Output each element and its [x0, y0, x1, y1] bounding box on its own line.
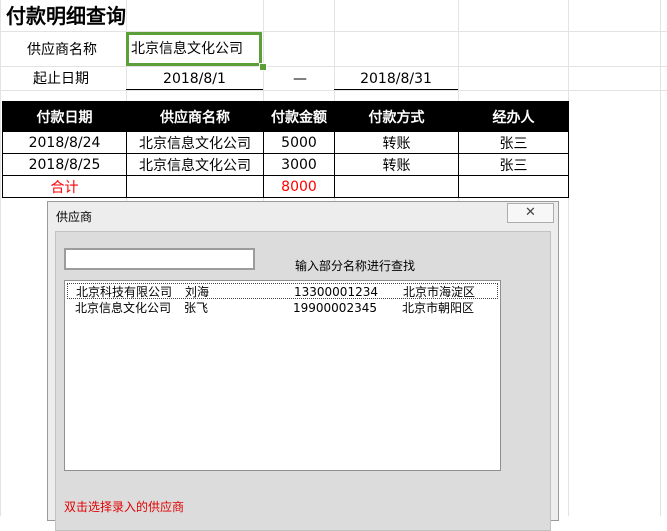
grid-line — [568, 0, 569, 516]
column-header: 付款方式 — [334, 101, 459, 132]
table-cell[interactable]: 2018/8/24 — [2, 131, 127, 154]
instruction-note: 双击选择录入的供应商 — [64, 500, 185, 514]
list-item[interactable]: 北京科技有限公司 刘海 13300001234 北京市海淀区 — [67, 283, 498, 299]
grid-line — [0, 66, 667, 67]
table-cell[interactable] — [458, 175, 569, 198]
table-cell[interactable]: 转账 — [334, 131, 459, 154]
contact-name: 刘海 — [185, 285, 210, 299]
column-header: 付款金额 — [263, 101, 335, 132]
table-cell[interactable]: 3000 — [263, 153, 335, 176]
table-cell[interactable]: 张三 — [458, 153, 569, 176]
total-value[interactable]: 8000 — [263, 175, 335, 198]
table-cell[interactable]: 北京信息文化公司 — [126, 153, 264, 176]
total-label[interactable]: 合计 — [2, 175, 127, 198]
page-title: 付款明细查询 — [6, 4, 126, 28]
contact-name: 张飞 — [184, 301, 209, 315]
supplier-name: 北京信息文化公司 — [75, 301, 172, 315]
table-cell[interactable]: 转账 — [334, 153, 459, 176]
date-range-label: 起止日期 — [33, 71, 89, 87]
column-header: 供应商名称 — [126, 101, 264, 132]
date-separator: — — [293, 71, 307, 87]
dialog-title: 供应商 — [56, 210, 93, 224]
table-cell[interactable]: 5000 — [263, 131, 335, 154]
end-date-cell[interactable]: 2018/8/31 — [334, 69, 458, 89]
district: 北京市朝阳区 — [402, 301, 475, 315]
table-cell[interactable] — [126, 175, 264, 198]
supplier-listbox[interactable]: 北京科技有限公司 刘海 13300001234 北京市海淀区 北京信息文化公司 … — [64, 280, 501, 471]
table-cell[interactable]: 北京信息文化公司 — [126, 131, 264, 154]
start-date-underline — [126, 89, 263, 90]
grid-line — [0, 31, 667, 32]
supplier-label: 供应商名称 — [27, 42, 97, 58]
supplier-name: 北京科技有限公司 — [76, 285, 173, 299]
table-header-row: 付款日期 供应商名称 付款金额 付款方式 经办人 — [2, 101, 569, 132]
table-row: 2018/8/24 北京信息文化公司 5000 转账 张三 — [2, 131, 569, 154]
supplier-dialog: 供应商 ✕ 输入部分名称进行查找 北京科技有限公司 刘海 13300001234… — [47, 201, 559, 531]
total-row: 合计 8000 — [2, 175, 569, 198]
table-cell[interactable] — [334, 175, 459, 198]
start-date-cell[interactable]: 2018/8/1 — [126, 69, 263, 89]
search-input[interactable] — [64, 248, 255, 270]
table-cell[interactable]: 张三 — [458, 131, 569, 154]
district: 北京市海淀区 — [403, 285, 476, 299]
grid-line — [660, 0, 661, 516]
table-cell[interactable]: 2018/8/25 — [2, 153, 127, 176]
end-date-underline — [334, 89, 458, 90]
phone-number: 13300001234 — [294, 285, 378, 299]
payment-table: 付款日期 供应商名称 付款金额 付款方式 经办人 2018/8/24 北京信息文… — [2, 101, 569, 198]
grid-line — [0, 90, 667, 91]
phone-number: 19900002345 — [293, 301, 377, 315]
search-hint: 输入部分名称进行查找 — [295, 259, 416, 273]
supplier-cell[interactable]: 北京信息文化公司 — [126, 32, 262, 66]
column-header: 付款日期 — [2, 101, 127, 132]
close-button[interactable]: ✕ — [507, 203, 554, 223]
column-header: 经办人 — [458, 101, 569, 132]
close-icon: ✕ — [525, 205, 536, 220]
list-item[interactable]: 北京信息文化公司 张飞 19900002345 北京市朝阳区 — [67, 300, 498, 316]
table-row: 2018/8/25 北京信息文化公司 3000 转账 张三 — [2, 153, 569, 176]
grid-line — [0, 0, 1, 516]
